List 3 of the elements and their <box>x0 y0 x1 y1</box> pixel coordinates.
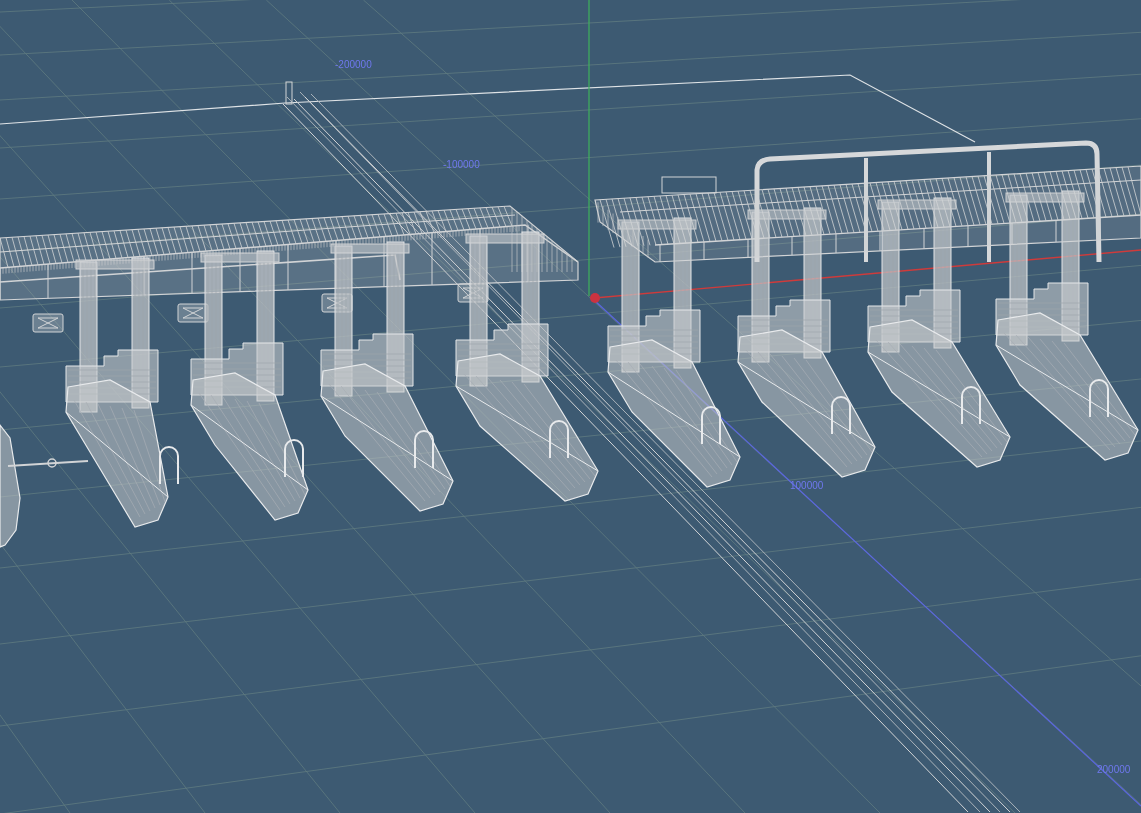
origin-marker <box>590 293 600 303</box>
axis-tick-label: -100000 <box>443 159 480 171</box>
axis-tick-label: -200000 <box>335 59 372 71</box>
